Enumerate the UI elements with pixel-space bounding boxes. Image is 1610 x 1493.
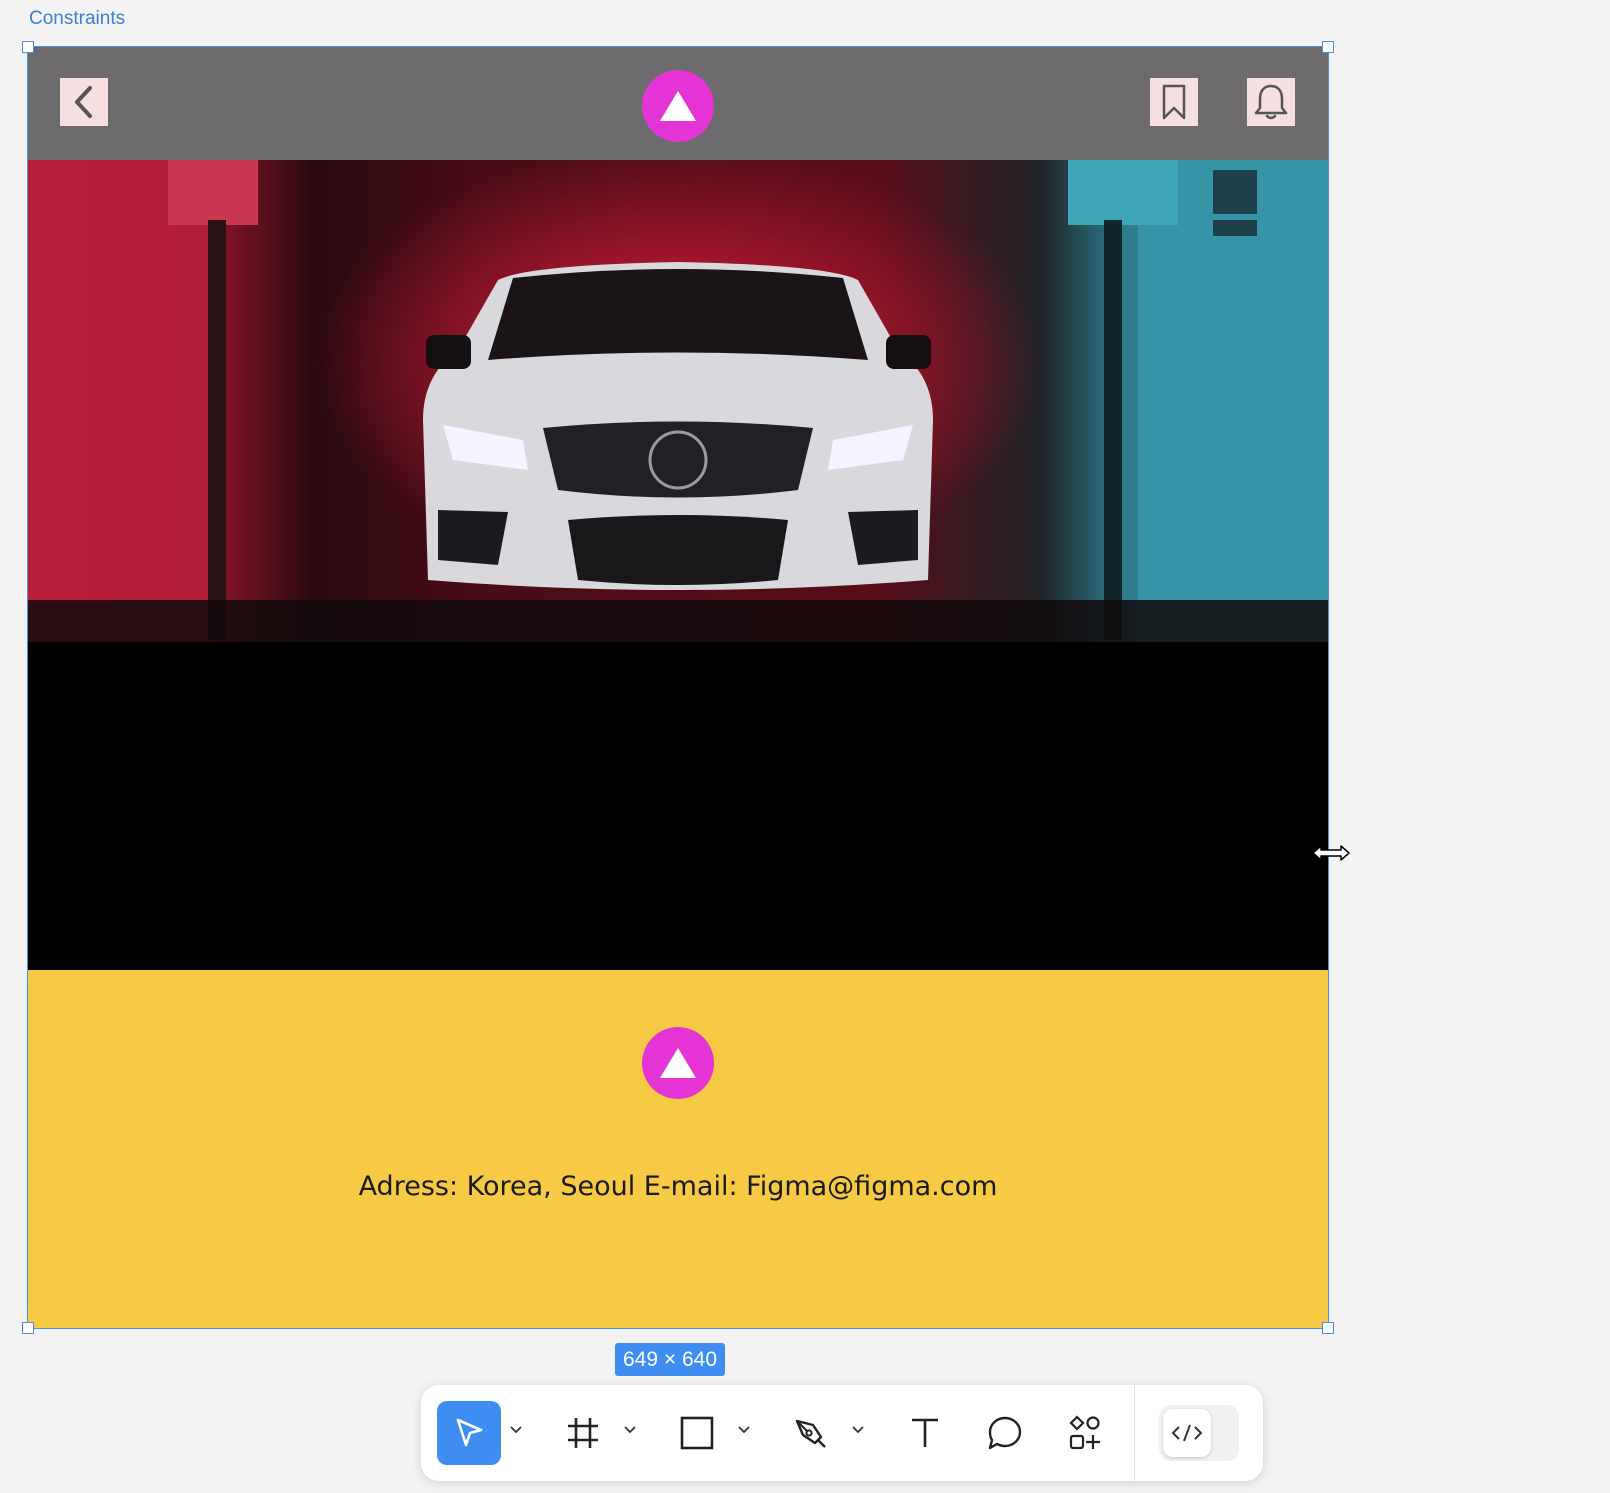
toolbar-divider [1134, 1385, 1135, 1481]
chevron-down-icon [510, 1426, 522, 1434]
hero-image [28, 160, 1328, 642]
text-icon [912, 1418, 938, 1447]
resize-handle-bottom-right[interactable] [1322, 1322, 1334, 1334]
resources-tool-button[interactable] [1053, 1401, 1117, 1465]
frame-tool-dropdown[interactable] [623, 1423, 637, 1437]
chevron-left-icon [75, 86, 92, 118]
code-icon [1171, 1424, 1203, 1442]
header-logo [642, 70, 714, 142]
hash-frame-icon [568, 1418, 598, 1448]
frame-tool-button[interactable] [551, 1401, 615, 1465]
triangle-logo-icon [660, 91, 696, 121]
dev-mode-knob[interactable] [1163, 1409, 1211, 1457]
frame-label[interactable]: Constraints [29, 8, 125, 30]
comment-bubble-icon [988, 1416, 1022, 1450]
pen-tool-dropdown[interactable] [851, 1423, 865, 1437]
chevron-down-icon [624, 1426, 636, 1434]
size-badge: 649 × 640 [615, 1343, 726, 1376]
selected-frame[interactable]: Adress: Korea, Seoul E-mail: Figma@figma… [27, 46, 1329, 1329]
triangle-logo-icon [660, 1048, 696, 1078]
footer: Adress: Korea, Seoul E-mail: Figma@figma… [28, 970, 1328, 1328]
shape-tool-dropdown[interactable] [737, 1423, 751, 1437]
notification-button[interactable] [1247, 78, 1295, 126]
resize-handle-top-right[interactable] [1322, 41, 1334, 53]
move-tool-button[interactable] [437, 1401, 501, 1465]
bookmark-button[interactable] [1150, 78, 1198, 126]
cursor-arrow-icon [456, 1418, 483, 1447]
square-icon [680, 1416, 714, 1450]
chevron-down-icon [738, 1426, 750, 1434]
car-photo [28, 160, 1328, 642]
bookmark-icon [1162, 84, 1186, 120]
shape-tool-button[interactable] [665, 1401, 729, 1465]
bottom-toolbar [421, 1385, 1263, 1481]
pen-tool-button[interactable] [779, 1401, 843, 1465]
footer-contact-text: Adress: Korea, Seoul E-mail: Figma@figma… [358, 1171, 998, 1202]
resize-handle-bottom-left[interactable] [22, 1322, 34, 1334]
resize-handle-top-left[interactable] [22, 41, 34, 53]
dark-section [28, 642, 1328, 970]
shapes-plus-icon [1069, 1415, 1100, 1450]
app-header [28, 47, 1328, 160]
pen-icon [795, 1419, 826, 1448]
chevron-down-icon [852, 1426, 864, 1434]
horizontal-resize-cursor-icon [1312, 845, 1350, 861]
footer-logo [642, 1027, 714, 1099]
back-button[interactable] [60, 78, 108, 126]
dev-mode-toggle[interactable] [1159, 1405, 1239, 1461]
text-tool-button[interactable] [893, 1401, 957, 1465]
move-tool-dropdown[interactable] [509, 1423, 523, 1437]
bell-icon [1254, 84, 1288, 120]
comment-tool-button[interactable] [973, 1401, 1037, 1465]
